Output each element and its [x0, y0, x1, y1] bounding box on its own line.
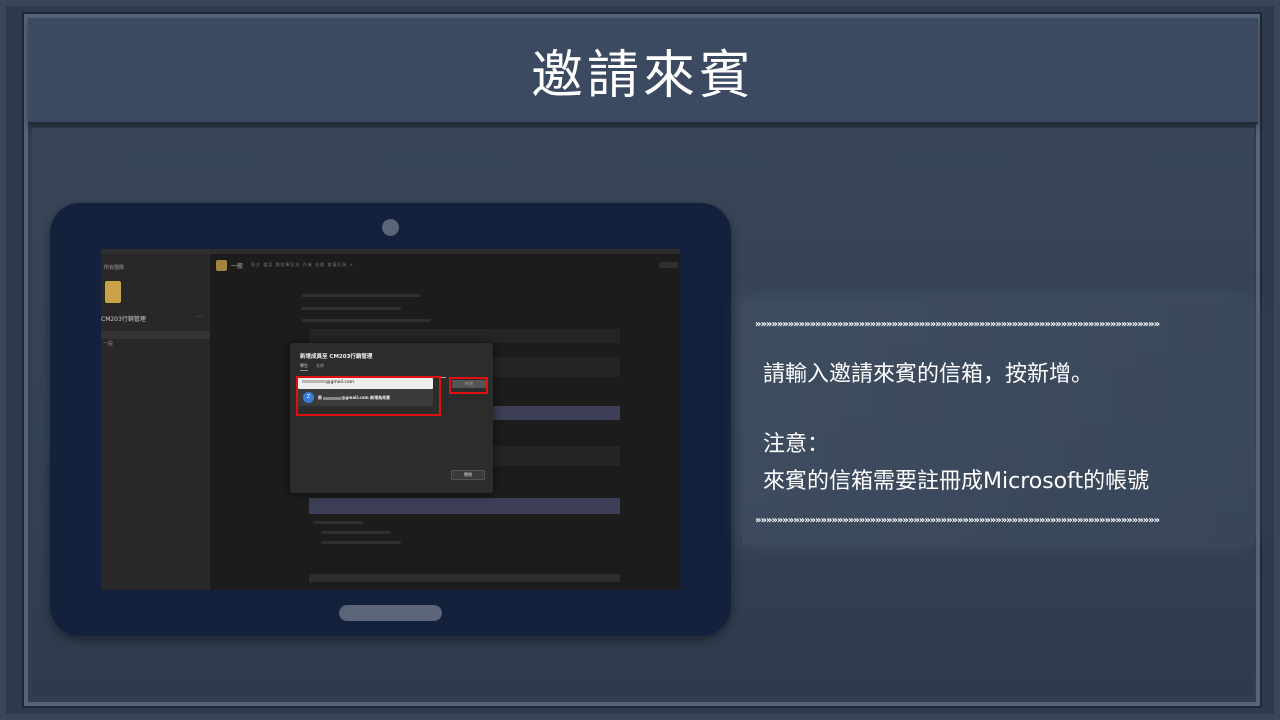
screenshot-sidebar: 所有團隊 CM203行銷管理 ··· 一般 — [101, 254, 210, 590]
title-bar: 邀請來賓 — [28, 18, 1258, 124]
team-tile-icon — [105, 281, 121, 303]
sidebar-channel: 一般 — [103, 341, 114, 347]
team-more-icon: ··· — [197, 314, 203, 321]
highlight-email-field — [296, 376, 441, 416]
sidebar-title: 所有團隊 — [104, 265, 125, 271]
tab-students[interactable]: 學生 — [300, 363, 308, 371]
compose-box — [309, 574, 620, 582]
teams-screenshot: 所有團隊 CM203行銷管理 ··· 一般 一般 貼文 檔案 課程筆記本 作業 … — [101, 249, 680, 590]
close-button[interactable]: 關閉 — [451, 470, 485, 480]
divider-top: »»»»»»»»»»»»»»»»»»»»»»»»»»»»»»»»»»»»»»»»… — [755, 319, 1160, 330]
add-member-dialog: 新增成員至 CM203行銷管理 學生 老師 @gmail.com Z 將 @gm… — [290, 343, 493, 493]
tablet-camera — [382, 219, 399, 236]
tab-teachers[interactable]: 老師 — [316, 363, 324, 369]
tablet-home-button — [339, 605, 442, 621]
instruction-note-label: 注意： — [763, 432, 830, 457]
instruction-line-3: 來賓的信箱需要註冊成Microsoft的帳號 — [763, 469, 1150, 494]
slide-title: 邀請來賓 — [530, 45, 755, 106]
instruction-line-1: 請輸入邀請來賓的信箱，按新增。 — [763, 362, 1094, 387]
dialog-title: 新增成員至 CM203行銷管理 — [300, 354, 373, 360]
instruction-panel — [743, 300, 1253, 545]
highlight-add-button — [449, 377, 488, 394]
divider-bottom: »»»»»»»»»»»»»»»»»»»»»»»»»»»»»»»»»»»»»»»»… — [755, 515, 1160, 526]
sidebar-team-name: CM203行銷管理 — [101, 316, 146, 323]
sidebar-selected-row — [101, 331, 210, 339]
